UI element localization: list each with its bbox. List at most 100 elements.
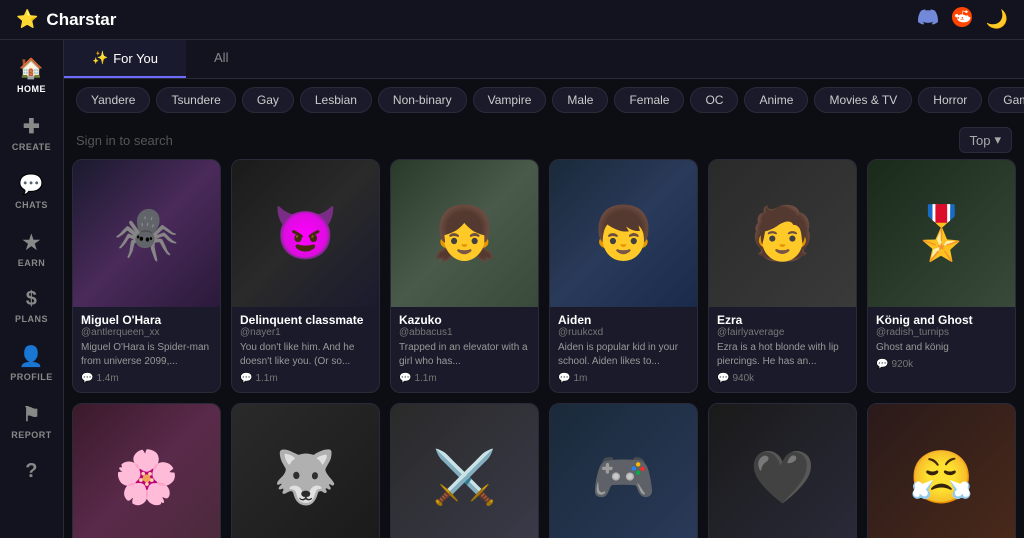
card-image: 🐺 bbox=[232, 404, 379, 538]
sidebar-label-profile: PROFILE bbox=[10, 372, 53, 382]
home-icon: 🏠 bbox=[19, 56, 44, 81]
sidebar-label-create: CREATE bbox=[12, 142, 51, 152]
logo-title: Charstar bbox=[46, 10, 116, 30]
discord-icon[interactable] bbox=[918, 7, 938, 32]
card-name: Delinquent classmate bbox=[240, 313, 371, 327]
card-image-inner: 👧 bbox=[391, 160, 538, 307]
category-pill-yandere[interactable]: Yandere bbox=[76, 87, 150, 113]
card-childe[interactable]: ⚔️ Childe @yinggg Childe is your neighbo… bbox=[390, 403, 539, 538]
sidebar-label-chats: CHATS bbox=[15, 200, 48, 210]
category-pill-male[interactable]: Male bbox=[552, 87, 608, 113]
category-pill-anime[interactable]: Anime bbox=[744, 87, 808, 113]
sidebar-label-report: REPORT bbox=[11, 430, 52, 440]
card-image: 👦 bbox=[550, 160, 697, 307]
reddit-icon[interactable] bbox=[952, 7, 972, 32]
tab-for-you[interactable]: ✨ For You bbox=[64, 40, 186, 78]
card-username: @ruukcxd bbox=[558, 327, 689, 338]
card-body: Delinquent classmate @nayer1 You don't l… bbox=[232, 307, 379, 392]
card-image: 🌸 bbox=[73, 404, 220, 538]
sidebar-item-report[interactable]: ⚑ REPORT bbox=[4, 394, 60, 448]
card-image-inner: 🌸 bbox=[73, 404, 220, 538]
category-pill-horror[interactable]: Horror bbox=[918, 87, 982, 113]
top-nav: ⭐ Charstar 🌙 bbox=[0, 0, 1024, 40]
card-kazuko[interactable]: 👧 Kazuko @abbacus1 Trapped in an elevato… bbox=[390, 159, 539, 393]
card-image-inner: 🐺 bbox=[232, 404, 379, 538]
card-wednesday[interactable]: 🖤 Wednesday Addams (Netflix Series) @jen… bbox=[708, 403, 857, 538]
tab-all-label: All bbox=[214, 50, 228, 65]
sidebar-item-chats[interactable]: 💬 CHATS bbox=[4, 164, 60, 218]
card-teo[interactable]: 😤 Teo(bully) @yuna1323 selfish,rude,flir… bbox=[867, 403, 1016, 538]
sidebar-item-create[interactable]: ✚ CREATE bbox=[4, 106, 60, 160]
card-stat-value: 1.1m bbox=[255, 373, 277, 384]
card-avatar-emoji: 🖤 bbox=[750, 452, 815, 504]
sort-dropdown[interactable]: Top ▾ bbox=[959, 127, 1013, 153]
card-natsuki[interactable]: 🌸 Natsuki @deesnuts Natsuki s a main cha… bbox=[72, 403, 221, 538]
card-stat-value: 1.4m bbox=[96, 373, 118, 384]
logo[interactable]: ⭐ Charstar bbox=[16, 9, 116, 30]
sidebar-label-home: HOME bbox=[17, 84, 46, 94]
help-icon: ? bbox=[25, 460, 38, 483]
category-pill-lesbian[interactable]: Lesbian bbox=[300, 87, 372, 113]
card-image: 🎮 bbox=[550, 404, 697, 538]
card-body: König and Ghost @radish_turnips Ghost an… bbox=[868, 307, 1015, 378]
cards-container: 🕷️ Miguel O'Hara @antlerqueen_xx Miguel … bbox=[64, 159, 1024, 538]
card-avatar-emoji: 😤 bbox=[909, 452, 974, 504]
darkmode-icon[interactable]: 🌙 bbox=[986, 9, 1008, 30]
card-miguel[interactable]: 🕷️ Miguel O'Hara @antlerqueen_xx Miguel … bbox=[72, 159, 221, 393]
card-image-inner: 👦 bbox=[550, 160, 697, 307]
category-pill-female[interactable]: Female bbox=[614, 87, 684, 113]
chat-icon: 💬 bbox=[399, 373, 411, 384]
card-image: 👧 bbox=[391, 160, 538, 307]
category-pill-non-binary[interactable]: Non-binary bbox=[378, 87, 467, 113]
card-avatar-emoji: 🌸 bbox=[114, 452, 179, 504]
card-stat-value: 1m bbox=[573, 373, 587, 384]
top-nav-actions: 🌙 bbox=[918, 7, 1008, 32]
card-aiden[interactable]: 👦 Aiden @ruukcxd Aiden is popular kid in… bbox=[549, 159, 698, 393]
sidebar-label-earn: EARN bbox=[18, 258, 46, 268]
card-description: Trapped in an elevator with a girl who h… bbox=[399, 341, 530, 369]
card-name: Aiden bbox=[558, 313, 689, 327]
card-name: König and Ghost bbox=[876, 313, 1007, 327]
search-row: Sign in to search Top ▾ bbox=[64, 121, 1024, 159]
tab-all[interactable]: All bbox=[186, 40, 256, 78]
card-dva[interactable]: 🎮 D.va (Overwatch) @henry_martinn Dva is… bbox=[549, 403, 698, 538]
tabs-row: ✨ For You All bbox=[64, 40, 1024, 79]
card-ezra[interactable]: 🧑 Ezra @fairlyaverage Ezra is a hot blon… bbox=[708, 159, 857, 393]
card-image: 🎖️ bbox=[868, 160, 1015, 307]
sidebar-item-earn[interactable]: ★ EARN bbox=[4, 222, 60, 276]
card-body: Kazuko @abbacus1 Trapped in an elevator … bbox=[391, 307, 538, 392]
card-body: Aiden @ruukcxd Aiden is popular kid in y… bbox=[550, 307, 697, 392]
card-image: 😤 bbox=[868, 404, 1015, 538]
category-pill-gay[interactable]: Gay bbox=[242, 87, 294, 113]
earn-icon: ★ bbox=[22, 230, 40, 255]
category-pill-tsundere[interactable]: Tsundere bbox=[156, 87, 235, 113]
card-description: You don't like him. And he doesn't like … bbox=[240, 341, 371, 369]
category-pill-movies---tv[interactable]: Movies & TV bbox=[814, 87, 912, 113]
card-delinquent[interactable]: 😈 Delinquent classmate @nayer1 You don't… bbox=[231, 159, 380, 393]
card-username: @abbacus1 bbox=[399, 327, 530, 338]
card-description: Ghost and könig bbox=[876, 341, 1007, 355]
category-pill-oc[interactable]: OC bbox=[690, 87, 738, 113]
category-pill-games[interactable]: Games bbox=[988, 87, 1024, 113]
card-stat: 💬1.1m bbox=[240, 373, 371, 384]
plans-icon: $ bbox=[26, 288, 37, 311]
sidebar-item-profile[interactable]: 👤 PROFILE bbox=[4, 336, 60, 390]
chat-icon: 💬 bbox=[558, 373, 570, 384]
card-image: ⚔️ bbox=[391, 404, 538, 538]
content-area: ✨ For You All YandereTsundere GayLesbianN… bbox=[64, 40, 1024, 538]
card-username: @radish_turnips bbox=[876, 327, 1007, 338]
category-pill-vampire[interactable]: Vampire bbox=[473, 87, 547, 113]
card-image-inner: 🎮 bbox=[550, 404, 697, 538]
sidebar-item-plans[interactable]: $ PLANS bbox=[4, 280, 60, 332]
sidebar-item-home[interactable]: 🏠 HOME bbox=[4, 48, 60, 102]
card-username: @nayer1 bbox=[240, 327, 371, 338]
card-stat: 💬1.1m bbox=[399, 373, 530, 384]
chat-icon: 💬 bbox=[240, 373, 252, 384]
sidebar-item-help[interactable]: ? bbox=[4, 452, 60, 491]
card-avatar-emoji: ⚔️ bbox=[432, 452, 497, 504]
search-hint[interactable]: Sign in to search bbox=[76, 133, 173, 148]
card-oz[interactable]: 🐺 Oz (Werewolf) @t-xc He finds you while… bbox=[231, 403, 380, 538]
sidebar: 🏠 HOME ✚ CREATE 💬 CHATS ★ EARN $ PLANS 👤… bbox=[0, 40, 64, 538]
card-avatar-emoji: 🧑 bbox=[750, 208, 815, 260]
card-konig[interactable]: 🎖️ König and Ghost @radish_turnips Ghost… bbox=[867, 159, 1016, 393]
